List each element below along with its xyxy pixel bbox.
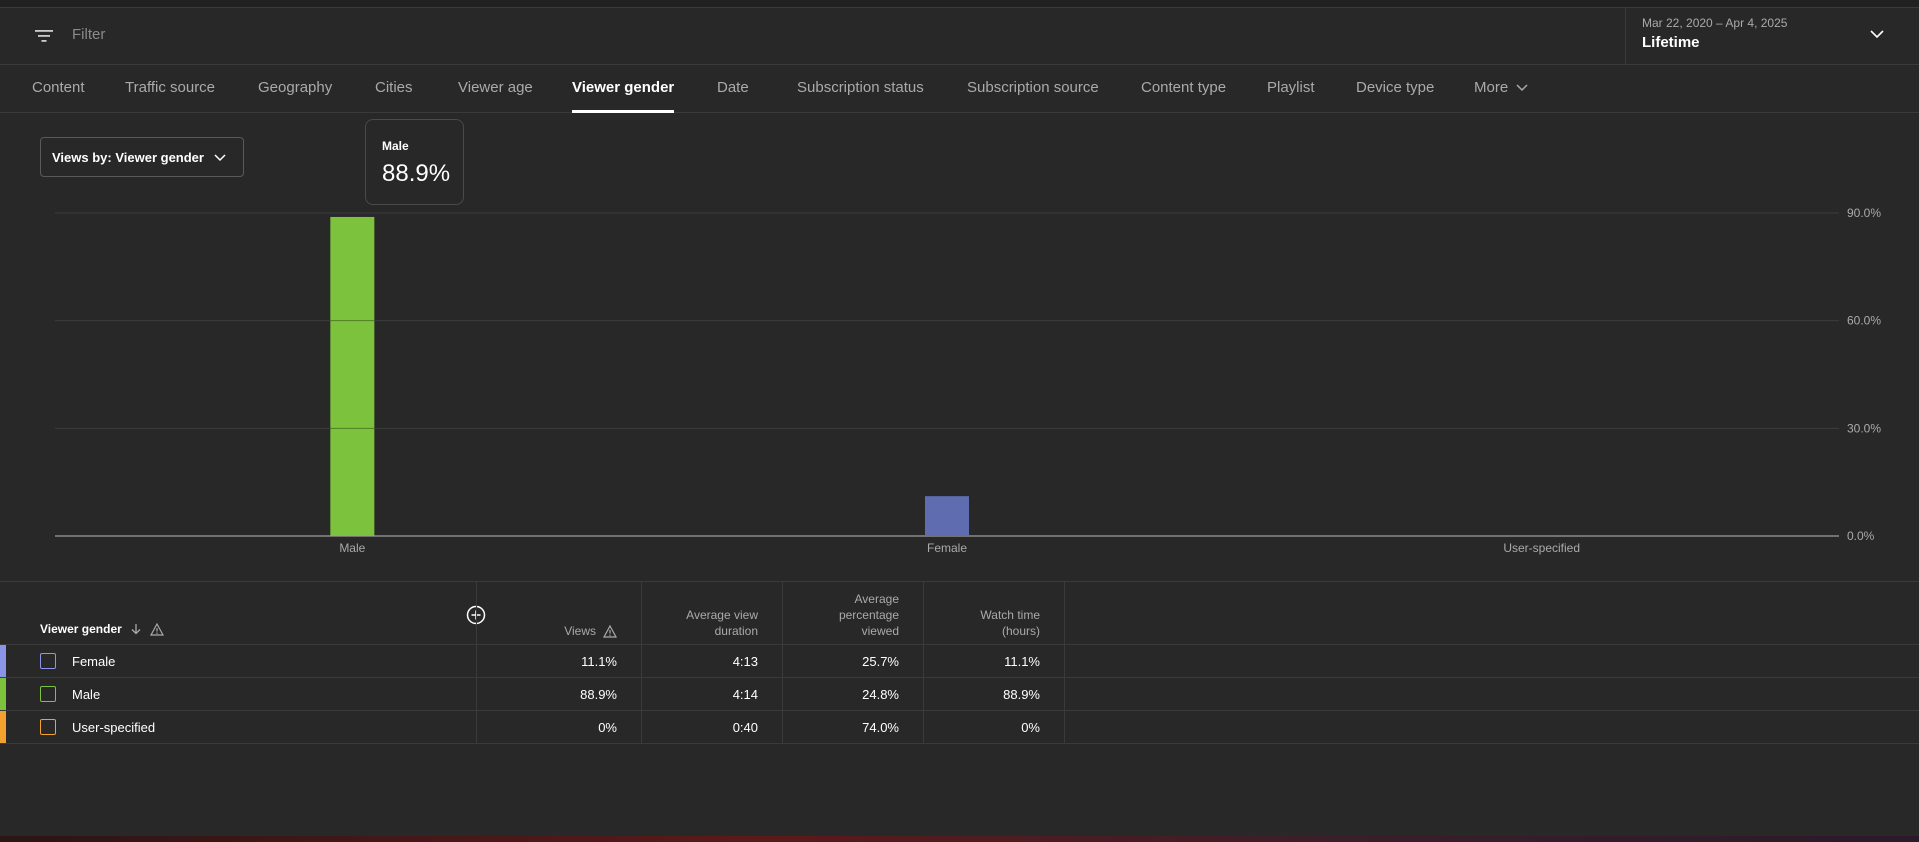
tab-content-type[interactable]: Content type <box>1141 65 1226 113</box>
y-tick-label: 0.0% <box>1847 529 1875 543</box>
bottom-strip <box>0 836 1919 842</box>
date-range-text: Mar 22, 2020 – Apr 4, 2025 <box>1642 16 1788 30</box>
chevron-down-icon <box>1516 84 1528 92</box>
cell-views: 88.9% <box>580 687 617 702</box>
column-divider <box>923 581 924 744</box>
header-watch-time-line1: Watch time <box>980 608 1040 622</box>
views-by-dropdown[interactable]: Views by: Viewer gender <box>40 137 244 177</box>
cell-avg-view-duration: 4:13 <box>732 654 758 669</box>
table-row-female[interactable]: Female 11.1% 4:13 25.7% 11.1% <box>0 645 1919 678</box>
tab-cities[interactable]: Cities <box>375 65 413 113</box>
chart-tooltip: Male 88.9% <box>365 119 464 205</box>
date-range-picker[interactable]: Mar 22, 2020 – Apr 4, 2025 Lifetime <box>1625 8 1919 65</box>
warning-icon[interactable] <box>603 624 617 638</box>
header-views[interactable]: Views <box>476 582 641 646</box>
x-tick-label: Female <box>927 541 967 555</box>
header-avg-view-duration-line2: duration <box>714 624 758 638</box>
tab-content[interactable]: Content <box>32 65 85 113</box>
viewer-gender-bar-chart: 0.0% 30.0% 60.0% 90.0% Male Female User-specif… <box>55 206 1881 555</box>
header-avg-pct-viewed[interactable]: Average percentage viewed <box>782 582 923 646</box>
views-by-label: Views by: Viewer gender <box>52 150 204 165</box>
row-name: Female <box>72 654 116 669</box>
cell-avg-view-duration: 0:40 <box>732 720 758 735</box>
sort-arrow-down-icon[interactable] <box>130 623 142 635</box>
cell-watch-time: 0% <box>1021 720 1040 735</box>
top-border <box>0 0 1919 8</box>
cell-views: 0% <box>598 720 617 735</box>
cell-watch-time: 88.9% <box>1003 687 1040 702</box>
tab-more-label: More <box>1474 79 1509 96</box>
row-name: User-specified <box>72 720 156 735</box>
row-name: Male <box>72 687 101 702</box>
tab-device-type[interactable]: Device type <box>1356 65 1434 113</box>
column-divider <box>1064 581 1065 744</box>
tab-subscription-status[interactable]: Subscription status <box>797 65 924 113</box>
tab-more[interactable]: More <box>1474 65 1528 113</box>
cell-avg-pct-viewed: 25.7% <box>862 654 899 669</box>
date-period-label: Lifetime <box>1642 34 1700 51</box>
cell-watch-time: 11.1% <box>1004 654 1040 669</box>
x-tick-label: Male <box>339 541 365 555</box>
table-header: Viewer gender Views Average view duratio… <box>0 581 1919 645</box>
table-row-male[interactable]: Male 88.9% 4:14 24.8% 88.9% <box>0 678 1919 711</box>
data-table: Viewer gender Views Average view duratio… <box>0 581 1919 744</box>
column-divider <box>641 581 642 744</box>
header-avg-pct-viewed-line3: viewed <box>861 624 899 638</box>
tab-subscription-source[interactable]: Subscription source <box>967 65 1099 113</box>
dimension-tabs: Content Traffic source Geography Cities … <box>0 65 1919 113</box>
header-avg-view-duration-line1: Average view <box>686 608 758 622</box>
header-viewer-gender-label: Viewer gender <box>40 622 122 636</box>
header-avg-view-duration[interactable]: Average view duration <box>641 582 782 646</box>
cell-avg-pct-viewed: 74.0% <box>862 720 899 735</box>
header-watch-time[interactable]: Watch time (hours) <box>923 582 1064 646</box>
column-divider <box>476 581 477 744</box>
column-divider <box>782 581 783 744</box>
tab-geography[interactable]: Geography <box>258 65 332 113</box>
chevron-down-icon[interactable] <box>1869 26 1885 42</box>
row-color-stripe <box>0 645 6 677</box>
header-avg-pct-viewed-line2: percentage <box>838 608 899 622</box>
tooltip-label: Male <box>382 139 409 153</box>
chevron-down-icon <box>214 154 226 162</box>
header-watch-time-line2: (hours) <box>1001 624 1040 638</box>
header-views-label: Views <box>564 624 596 638</box>
header-avg-pct-viewed-line1: Average <box>854 592 899 606</box>
bar-female <box>925 496 969 536</box>
row-checkbox[interactable] <box>40 719 56 735</box>
tab-playlist[interactable]: Playlist <box>1267 65 1315 113</box>
tooltip-value: 88.9% <box>382 160 451 187</box>
filter-icon[interactable] <box>34 27 54 45</box>
tab-traffic-source[interactable]: Traffic source <box>125 65 215 113</box>
cell-avg-pct-viewed: 24.8% <box>862 687 899 702</box>
y-tick-label: 90.0% <box>1847 206 1881 220</box>
table-row-user-specified[interactable]: User-specified 0% 0:40 74.0% 0% <box>0 711 1919 744</box>
y-tick-label: 60.0% <box>1847 314 1881 328</box>
warning-icon[interactable] <box>149 622 164 636</box>
y-tick-label: 30.0% <box>1847 421 1881 435</box>
bar-male <box>330 216 375 536</box>
filter-input[interactable]: Filter <box>72 26 105 43</box>
row-color-stripe <box>0 678 6 710</box>
cell-avg-view-duration: 4:14 <box>732 687 758 702</box>
row-color-stripe <box>0 711 6 743</box>
row-checkbox[interactable] <box>40 686 56 702</box>
x-tick-label: User-specified <box>1503 541 1580 555</box>
row-checkbox[interactable] <box>40 653 56 669</box>
tab-date[interactable]: Date <box>717 65 749 113</box>
tab-viewer-age[interactable]: Viewer age <box>458 65 533 113</box>
filter-bar: Filter Mar 22, 2020 – Apr 4, 2025 Lifeti… <box>0 8 1919 65</box>
header-viewer-gender[interactable]: Viewer gender <box>40 622 164 636</box>
tab-viewer-gender[interactable]: Viewer gender <box>572 65 675 113</box>
cell-views: 11.1% <box>581 654 617 669</box>
